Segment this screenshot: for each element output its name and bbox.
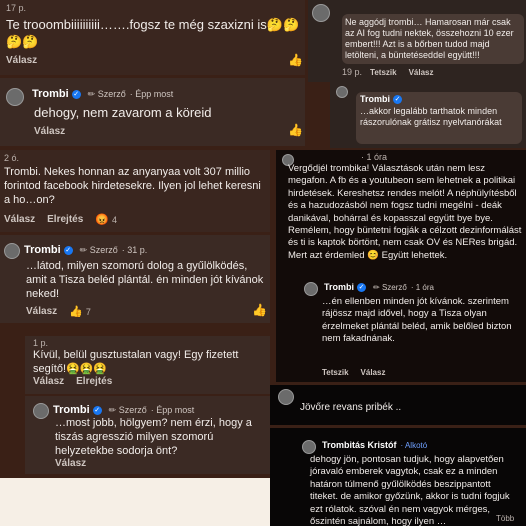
reply-button[interactable]: Válasz xyxy=(34,126,65,137)
comment-text: …most jobb, hölgyem? nem érzi, hogy a ti… xyxy=(55,417,252,457)
comment-text: Vergődjél trombika! Választások után nem… xyxy=(288,163,522,261)
avatar xyxy=(33,403,49,419)
comment-card-3: 2 ó. Trombi. Nekes honnan az anyanyaa vo… xyxy=(0,150,270,232)
verified-icon: ✓ xyxy=(63,245,73,255)
comment-text: …akkor legalább tarthatok minden rászoru… xyxy=(360,106,502,127)
avatar xyxy=(312,4,330,22)
more-link[interactable]: Több xyxy=(496,514,514,523)
author-name[interactable]: Trombi xyxy=(360,94,390,104)
reaction-icon: 😡 xyxy=(95,214,109,226)
comment-text: dehogy, nem zavarom a köreid xyxy=(34,105,212,120)
verified-icon: ✓ xyxy=(92,405,102,415)
verified-icon: ✓ xyxy=(393,94,403,104)
comment-card-5: 1 p. Kívül, belül gusztustalan vagy! Egy… xyxy=(25,336,270,394)
avatar xyxy=(4,243,20,259)
comment-text: Te trooombiiiiiiiiii…….fogsz te még szax… xyxy=(6,17,300,49)
hide-button[interactable]: Elrejtés xyxy=(47,214,83,225)
avatar xyxy=(6,88,24,106)
reply-card-2: Trombi ✓ …akkor legalább tarthatok minden… xyxy=(330,82,526,148)
reply-button[interactable]: Válasz xyxy=(33,376,64,387)
hide-button[interactable]: Elrejtés xyxy=(76,376,112,387)
author-badge: ✏ Szerző xyxy=(79,244,118,255)
like-icon[interactable]: 👍 xyxy=(252,303,267,317)
comment-text: Trombi. Nekes honnan az anyanyaa volt 30… xyxy=(4,166,261,206)
comment-text: dehogy jön, pontosan tudjuk, hogy alapve… xyxy=(310,454,510,526)
reaction-icon: 👍 xyxy=(69,306,83,318)
reply-button[interactable]: Válasz xyxy=(409,68,434,77)
reply-button[interactable]: Válasz xyxy=(361,368,386,377)
avatar xyxy=(302,440,316,454)
author-name[interactable]: Trombi xyxy=(324,282,354,292)
comment-text: Ne aggódj trombi… Hamarosan már csak az … xyxy=(342,14,524,64)
reply-card-6: Trombitás Kristóf · Alkotó dehogy jön, p… xyxy=(270,428,526,526)
comment-text: …látod, milyen szomorú dolog a gyűlölköd… xyxy=(26,260,264,300)
comment-text: Jövőre revans pribék .. xyxy=(300,402,402,413)
comment-time: · Épp most xyxy=(150,405,195,415)
like-button[interactable]: Tetszik xyxy=(322,368,349,377)
comment-time: · 1 óra xyxy=(361,152,388,162)
reply-button[interactable]: Válasz xyxy=(6,55,37,66)
reply-button[interactable]: Válasz xyxy=(4,214,35,225)
author-badge: ✏ Szerző xyxy=(87,88,126,99)
author-badge: ✏ Szerző xyxy=(373,282,407,292)
verified-icon: ✓ xyxy=(357,282,367,292)
reaction-count: 7 xyxy=(85,306,91,317)
reply-card-3: · 1 óra Vergődjél trombika! Választások … xyxy=(276,150,526,278)
comment-card-6: Trombi ✓ ✏ Szerző · Épp most …most jobb, … xyxy=(25,396,270,474)
comment-card-2: Trombi ✓ ✏ Szerző · Épp most dehogy, nem … xyxy=(0,78,305,146)
comment-time: 2 ó. xyxy=(4,153,20,163)
comment-time: · 1 óra xyxy=(410,282,434,292)
reply-button[interactable]: Válasz xyxy=(55,458,86,469)
like-icon[interactable]: 👍 xyxy=(288,53,303,67)
author-name[interactable]: Trombi xyxy=(53,404,90,416)
comment-card-4: Trombi ✓ ✏ Szerző · 31 p. …látod, milyen … xyxy=(0,235,270,323)
reaction-count: 4 xyxy=(111,214,117,225)
comment-time: 1 p. xyxy=(33,338,49,348)
author-badge: · Alkotó xyxy=(400,440,428,450)
comment-time: 19 p. xyxy=(342,67,363,77)
reply-card-4: Trombi ✓ ✏ Szerző · 1 óra …én ellenben mi… xyxy=(276,278,526,382)
comment-time: · 31 p. xyxy=(121,245,148,255)
author-name[interactable]: Trombi xyxy=(32,88,69,100)
reply-button[interactable]: Válasz xyxy=(26,306,57,317)
avatar xyxy=(278,389,294,405)
like-icon[interactable]: 👍 xyxy=(288,123,303,137)
author-name[interactable]: Trombitás Kristóf xyxy=(322,440,397,450)
verified-icon: ✓ xyxy=(71,89,81,99)
white-area xyxy=(0,478,270,526)
author-name[interactable]: Trombi xyxy=(24,244,61,256)
avatar xyxy=(336,86,348,98)
comment-text: …én ellenben minden jót kívánok. szerint… xyxy=(322,296,512,345)
comment-card-1: 17 p. Te trooombiiiiiiiiii…….fogsz te mé… xyxy=(0,0,305,75)
avatar xyxy=(304,282,318,296)
reply-card-5: Jövőre revans pribék .. xyxy=(270,385,526,425)
comment-text: Kívül, belül gusztustalan vagy! Egy fize… xyxy=(33,349,239,375)
reply-card-1: Ne aggódj trombi… Hamarosan már csak az … xyxy=(308,0,526,82)
like-button[interactable]: Tetszik xyxy=(370,68,397,77)
comment-time: · Épp most xyxy=(129,89,174,99)
comment-time: 17 p. xyxy=(6,3,27,13)
author-badge: ✏ Szerző xyxy=(108,404,147,415)
